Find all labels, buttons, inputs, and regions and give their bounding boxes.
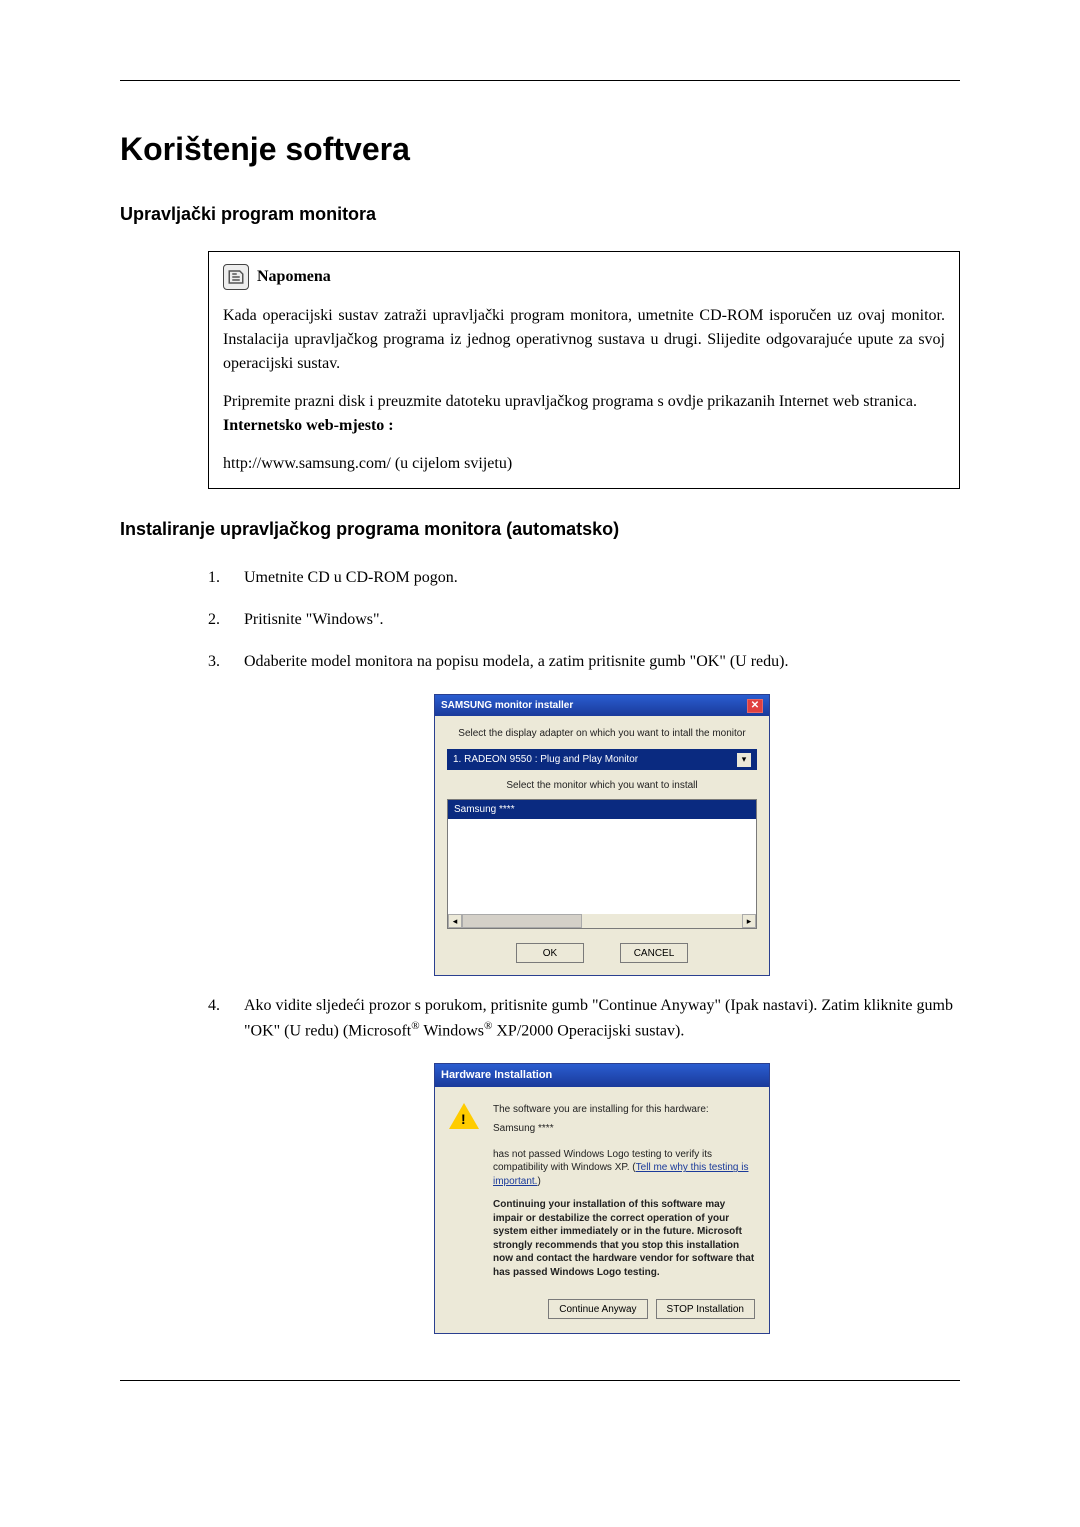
step-2: Pritisnite "Windows". (208, 608, 960, 632)
bottom-horizontal-rule (120, 1380, 960, 1381)
dialog2-line-1: The software you are installing for this… (493, 1103, 755, 1117)
step-3-text: Odaberite model monitora na popisu model… (244, 653, 788, 670)
note-paragraph-1: Kada operacijski sustav zatraži upravlja… (223, 304, 945, 376)
adapter-combobox[interactable]: 1. RADEON 9550 : Plug and Play Monitor ▾ (447, 749, 757, 770)
dialog1-title: SAMSUNG monitor installer (441, 698, 573, 713)
scroll-track[interactable] (582, 914, 742, 928)
dialog1-instruction-1: Select the display adapter on which you … (447, 726, 757, 741)
step-1: Umetnite CD u CD-ROM pogon. (208, 566, 960, 590)
dialog2-warning-paragraph: Continuing your installation of this sof… (493, 1198, 755, 1279)
step-3: Odaberite model monitora na popisu model… (208, 650, 960, 976)
note-icon (223, 264, 249, 290)
note-paragraph-2: Pripremite prazni disk i preuzmite datot… (223, 390, 945, 438)
cancel-button[interactable]: CANCEL (620, 943, 688, 963)
note-header: Napomena (223, 264, 945, 290)
note-box: Napomena Kada operacijski sustav zatraži… (208, 251, 960, 489)
ok-button[interactable]: OK (516, 943, 584, 963)
section-title-install: Instaliranje upravljačkog programa monit… (120, 519, 960, 540)
adapter-combo-value: 1. RADEON 9550 : Plug and Play Monitor (453, 752, 638, 767)
dialog1-body: Select the display adapter on which you … (435, 716, 769, 975)
monitor-listbox[interactable]: Samsung **** ◂ ▸ (447, 799, 757, 929)
install-steps-list: Umetnite CD u CD-ROM pogon. Pritisnite "… (208, 566, 960, 1334)
dialog2-product-name: Samsung **** (493, 1122, 755, 1136)
dialog1-titlebar: SAMSUNG monitor installer ✕ (435, 695, 769, 716)
monitor-list-selected[interactable]: Samsung **** (448, 800, 756, 819)
top-horizontal-rule (120, 80, 960, 81)
stop-installation-button[interactable]: STOP Installation (656, 1299, 755, 1319)
dialog1-instruction-2: Select the monitor which you want to ins… (447, 778, 757, 793)
section-title-driver: Upravljački program monitora (120, 204, 960, 225)
scroll-thumb[interactable] (462, 914, 582, 928)
note-label: Napomena (257, 265, 331, 289)
step-4: Ako vidite sljedeći prozor s porukom, pr… (208, 994, 960, 1334)
note-paragraph-2-text: Pripremite prazni disk i preuzmite datot… (223, 393, 917, 410)
dialog2-text: The software you are installing for this… (493, 1103, 755, 1280)
dialog2-line-2b: ) (537, 1176, 540, 1187)
dialog2-line-2: has not passed Windows Logo testing to v… (493, 1148, 755, 1189)
step-4-text-post: XP/2000 Operacijski sustav). (492, 1022, 684, 1039)
document-page: Korištenje softvera Upravljački program … (0, 0, 1080, 1441)
continue-anyway-button[interactable]: Continue Anyway (548, 1299, 647, 1319)
registered-icon-1: ® (411, 1020, 419, 1032)
scroll-left-icon[interactable]: ◂ (448, 914, 462, 928)
dialog2-body: The software you are installing for this… (435, 1087, 769, 1292)
chevron-down-icon[interactable]: ▾ (737, 753, 751, 767)
installer-dialog: SAMSUNG monitor installer ✕ Select the d… (434, 694, 770, 976)
dialog2-titlebar: Hardware Installation (435, 1064, 769, 1087)
note-link-label: Internetsko web-mjesto : (223, 417, 394, 434)
warning-icon (449, 1103, 479, 1133)
close-icon[interactable]: ✕ (747, 699, 763, 713)
dialog2-button-row: Continue Anyway STOP Installation (435, 1291, 769, 1333)
hardware-installation-dialog: Hardware Installation The software you a… (434, 1063, 770, 1334)
horizontal-scrollbar[interactable]: ◂ ▸ (448, 914, 756, 928)
main-title: Korištenje softvera (120, 131, 960, 168)
step-4-text-mid: Windows (420, 1022, 484, 1039)
dialog1-button-row: OK CANCEL (447, 943, 757, 963)
note-url: http://www.samsung.com/ (u cijelom svije… (223, 452, 945, 476)
scroll-right-icon[interactable]: ▸ (742, 914, 756, 928)
